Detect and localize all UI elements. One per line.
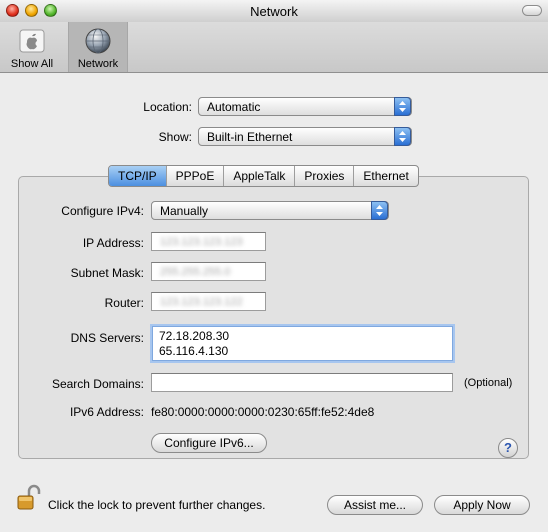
configure-ipv4-value: Manually bbox=[160, 204, 209, 218]
configure-ipv4-label: Configure IPv4: bbox=[61, 204, 144, 218]
subnet-mask-field[interactable]: 255.255.255.0 bbox=[151, 262, 266, 281]
location-popup[interactable]: Automatic bbox=[198, 97, 412, 116]
location-label: Location: bbox=[143, 100, 192, 114]
subnet-mask-label: Subnet Mask: bbox=[70, 266, 144, 280]
assist-me-button[interactable]: Assist me... bbox=[327, 495, 423, 515]
network-label: Network bbox=[77, 58, 119, 70]
tab-bar: TCP/IP PPPoE AppleTalk Proxies Ethernet bbox=[108, 165, 419, 187]
popup-arrows-icon bbox=[371, 201, 388, 220]
ip-address-field[interactable]: 123.123.123.123 bbox=[151, 232, 266, 251]
show-all-label: Show All bbox=[10, 58, 54, 70]
configure-ipv4-popup[interactable]: Manually bbox=[151, 201, 389, 220]
router-field[interactable]: 123.123.123.122 bbox=[151, 292, 266, 311]
tab-tcpip[interactable]: TCP/IP bbox=[109, 166, 167, 186]
optional-hint: (Optional) bbox=[464, 377, 513, 389]
network-globe-icon bbox=[85, 28, 111, 54]
lock-icon[interactable] bbox=[16, 484, 42, 512]
search-domains-field[interactable] bbox=[151, 373, 453, 392]
ipv6-address-value: fe80:0000:0000:0000:0230:65ff:fe52:4de8 bbox=[151, 405, 375, 419]
window-title: Network bbox=[250, 4, 298, 19]
configure-ipv6-button[interactable]: Configure IPv6... bbox=[151, 433, 267, 453]
location-value: Automatic bbox=[207, 100, 261, 114]
tab-pppoe[interactable]: PPPoE bbox=[167, 166, 225, 186]
ip-address-value: 123.123.123.123 bbox=[160, 236, 243, 248]
router-label: Router: bbox=[104, 296, 144, 310]
dns-servers-label: DNS Servers: bbox=[70, 331, 144, 345]
toolbar-toggle-button[interactable] bbox=[522, 5, 542, 16]
tab-proxies[interactable]: Proxies bbox=[295, 166, 355, 186]
ip-address-label: IP Address: bbox=[82, 236, 144, 250]
show-all-button[interactable]: Show All bbox=[4, 22, 60, 72]
popup-arrows-icon bbox=[394, 127, 411, 146]
show-popup[interactable]: Built-in Ethernet bbox=[198, 127, 412, 146]
lock-message: Click the lock to prevent further change… bbox=[48, 498, 266, 512]
apply-now-button[interactable]: Apply Now bbox=[434, 495, 530, 515]
subnet-mask-value: 255.255.255.0 bbox=[160, 266, 231, 278]
network-pane-button[interactable]: Network bbox=[68, 22, 128, 72]
show-value: Built-in Ethernet bbox=[207, 130, 293, 144]
router-value: 123.123.123.122 bbox=[160, 296, 243, 308]
tab-ethernet[interactable]: Ethernet bbox=[354, 166, 417, 186]
search-domains-label: Search Domains: bbox=[51, 377, 144, 391]
help-button[interactable]: ? bbox=[498, 438, 518, 458]
title-bar[interactable]: Network bbox=[0, 0, 548, 23]
network-preferences-window: Network Show All Network Location: Autom… bbox=[0, 0, 548, 532]
toolbar: Show All Network bbox=[0, 22, 548, 73]
apple-prefs-icon bbox=[19, 29, 45, 53]
popup-arrows-icon bbox=[394, 97, 411, 116]
dns-server-2: 65.116.4.130 bbox=[159, 344, 229, 358]
tab-appletalk[interactable]: AppleTalk bbox=[224, 166, 296, 186]
dns-servers-field[interactable]: 72.18.208.30 65.116.4.130 bbox=[152, 326, 453, 361]
show-label: Show: bbox=[158, 130, 192, 144]
dns-server-1: 72.18.208.30 bbox=[159, 329, 230, 343]
ipv6-address-label: IPv6 Address: bbox=[69, 405, 144, 419]
